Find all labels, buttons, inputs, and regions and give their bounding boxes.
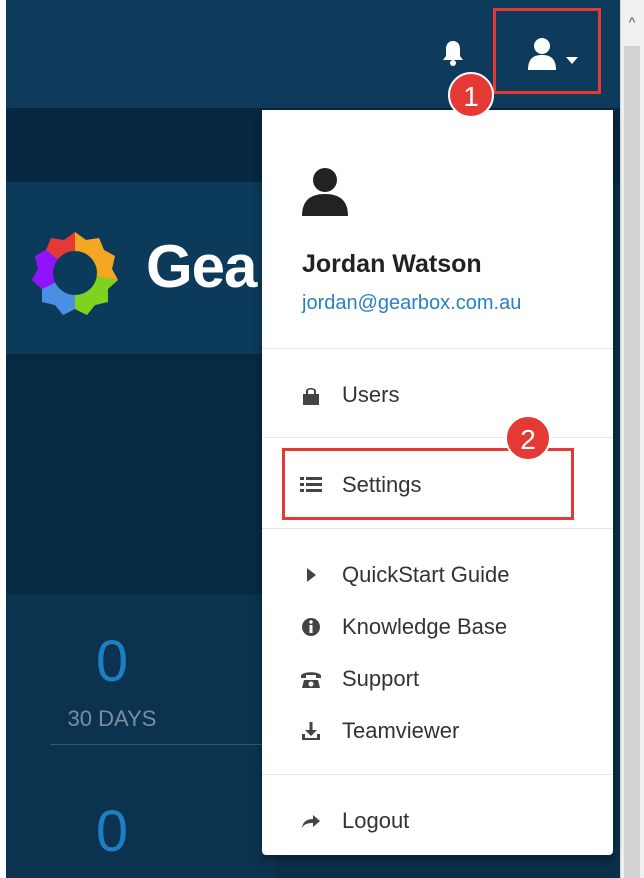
menu-divider bbox=[262, 348, 613, 349]
notifications-button[interactable] bbox=[438, 38, 468, 68]
dashboard-panel bbox=[6, 354, 276, 594]
scroll-up-icon[interactable]: ^ bbox=[620, 14, 644, 30]
step-callout-1: 1 bbox=[448, 72, 494, 118]
menu-item-label: Support bbox=[342, 666, 420, 691]
user-avatar-icon bbox=[302, 168, 348, 216]
user-name: Jordan Watson bbox=[302, 250, 482, 278]
stat-card-second: 0 bbox=[6, 754, 276, 878]
menu-item-quickstart-guide[interactable]: QuickStart Guide bbox=[300, 558, 590, 592]
stat-label: 30 DAYS bbox=[67, 706, 157, 731]
lock-icon bbox=[300, 384, 322, 406]
stat-divider bbox=[50, 744, 276, 745]
download-icon bbox=[300, 720, 322, 742]
user-menu-button[interactable] bbox=[493, 8, 601, 94]
caret-down-icon bbox=[566, 57, 578, 64]
stat-card-30-days: 0 30 DAYS bbox=[6, 594, 276, 754]
user-icon bbox=[528, 38, 556, 70]
brand-name: Gea bbox=[146, 233, 257, 300]
play-icon bbox=[300, 564, 322, 586]
menu-item-label: Knowledge Base bbox=[342, 614, 508, 639]
user-email-link[interactable]: jordan@gearbox.com.au bbox=[302, 292, 521, 315]
window-edge bbox=[0, 0, 6, 878]
menu-divider bbox=[262, 528, 613, 529]
menu-item-label: Users bbox=[342, 382, 400, 407]
stat-value: 0 bbox=[95, 629, 129, 694]
bell-icon bbox=[443, 41, 463, 66]
menu-item-logout[interactable]: Logout bbox=[300, 804, 590, 838]
menu-item-label: QuickStart Guide bbox=[342, 562, 510, 587]
menu-divider bbox=[262, 437, 613, 438]
info-icon bbox=[300, 616, 322, 638]
arrow-right-icon bbox=[300, 810, 322, 832]
step-callout-2: 2 bbox=[505, 415, 551, 461]
menu-divider bbox=[262, 774, 613, 775]
scrollbar-thumb[interactable] bbox=[624, 46, 640, 878]
menu-item-teamviewer[interactable]: Teamviewer bbox=[300, 714, 590, 748]
menu-item-knowledge-base[interactable]: Knowledge Base bbox=[300, 610, 590, 644]
stat-value: 0 bbox=[95, 799, 129, 864]
phone-icon bbox=[300, 668, 322, 690]
menu-item-label: Teamviewer bbox=[342, 718, 460, 743]
menu-item-support[interactable]: Support bbox=[300, 662, 590, 696]
menu-item-label: Logout bbox=[342, 808, 410, 833]
menu-item-users[interactable]: Users bbox=[300, 378, 590, 412]
gearbox-logo-icon bbox=[32, 232, 118, 315]
